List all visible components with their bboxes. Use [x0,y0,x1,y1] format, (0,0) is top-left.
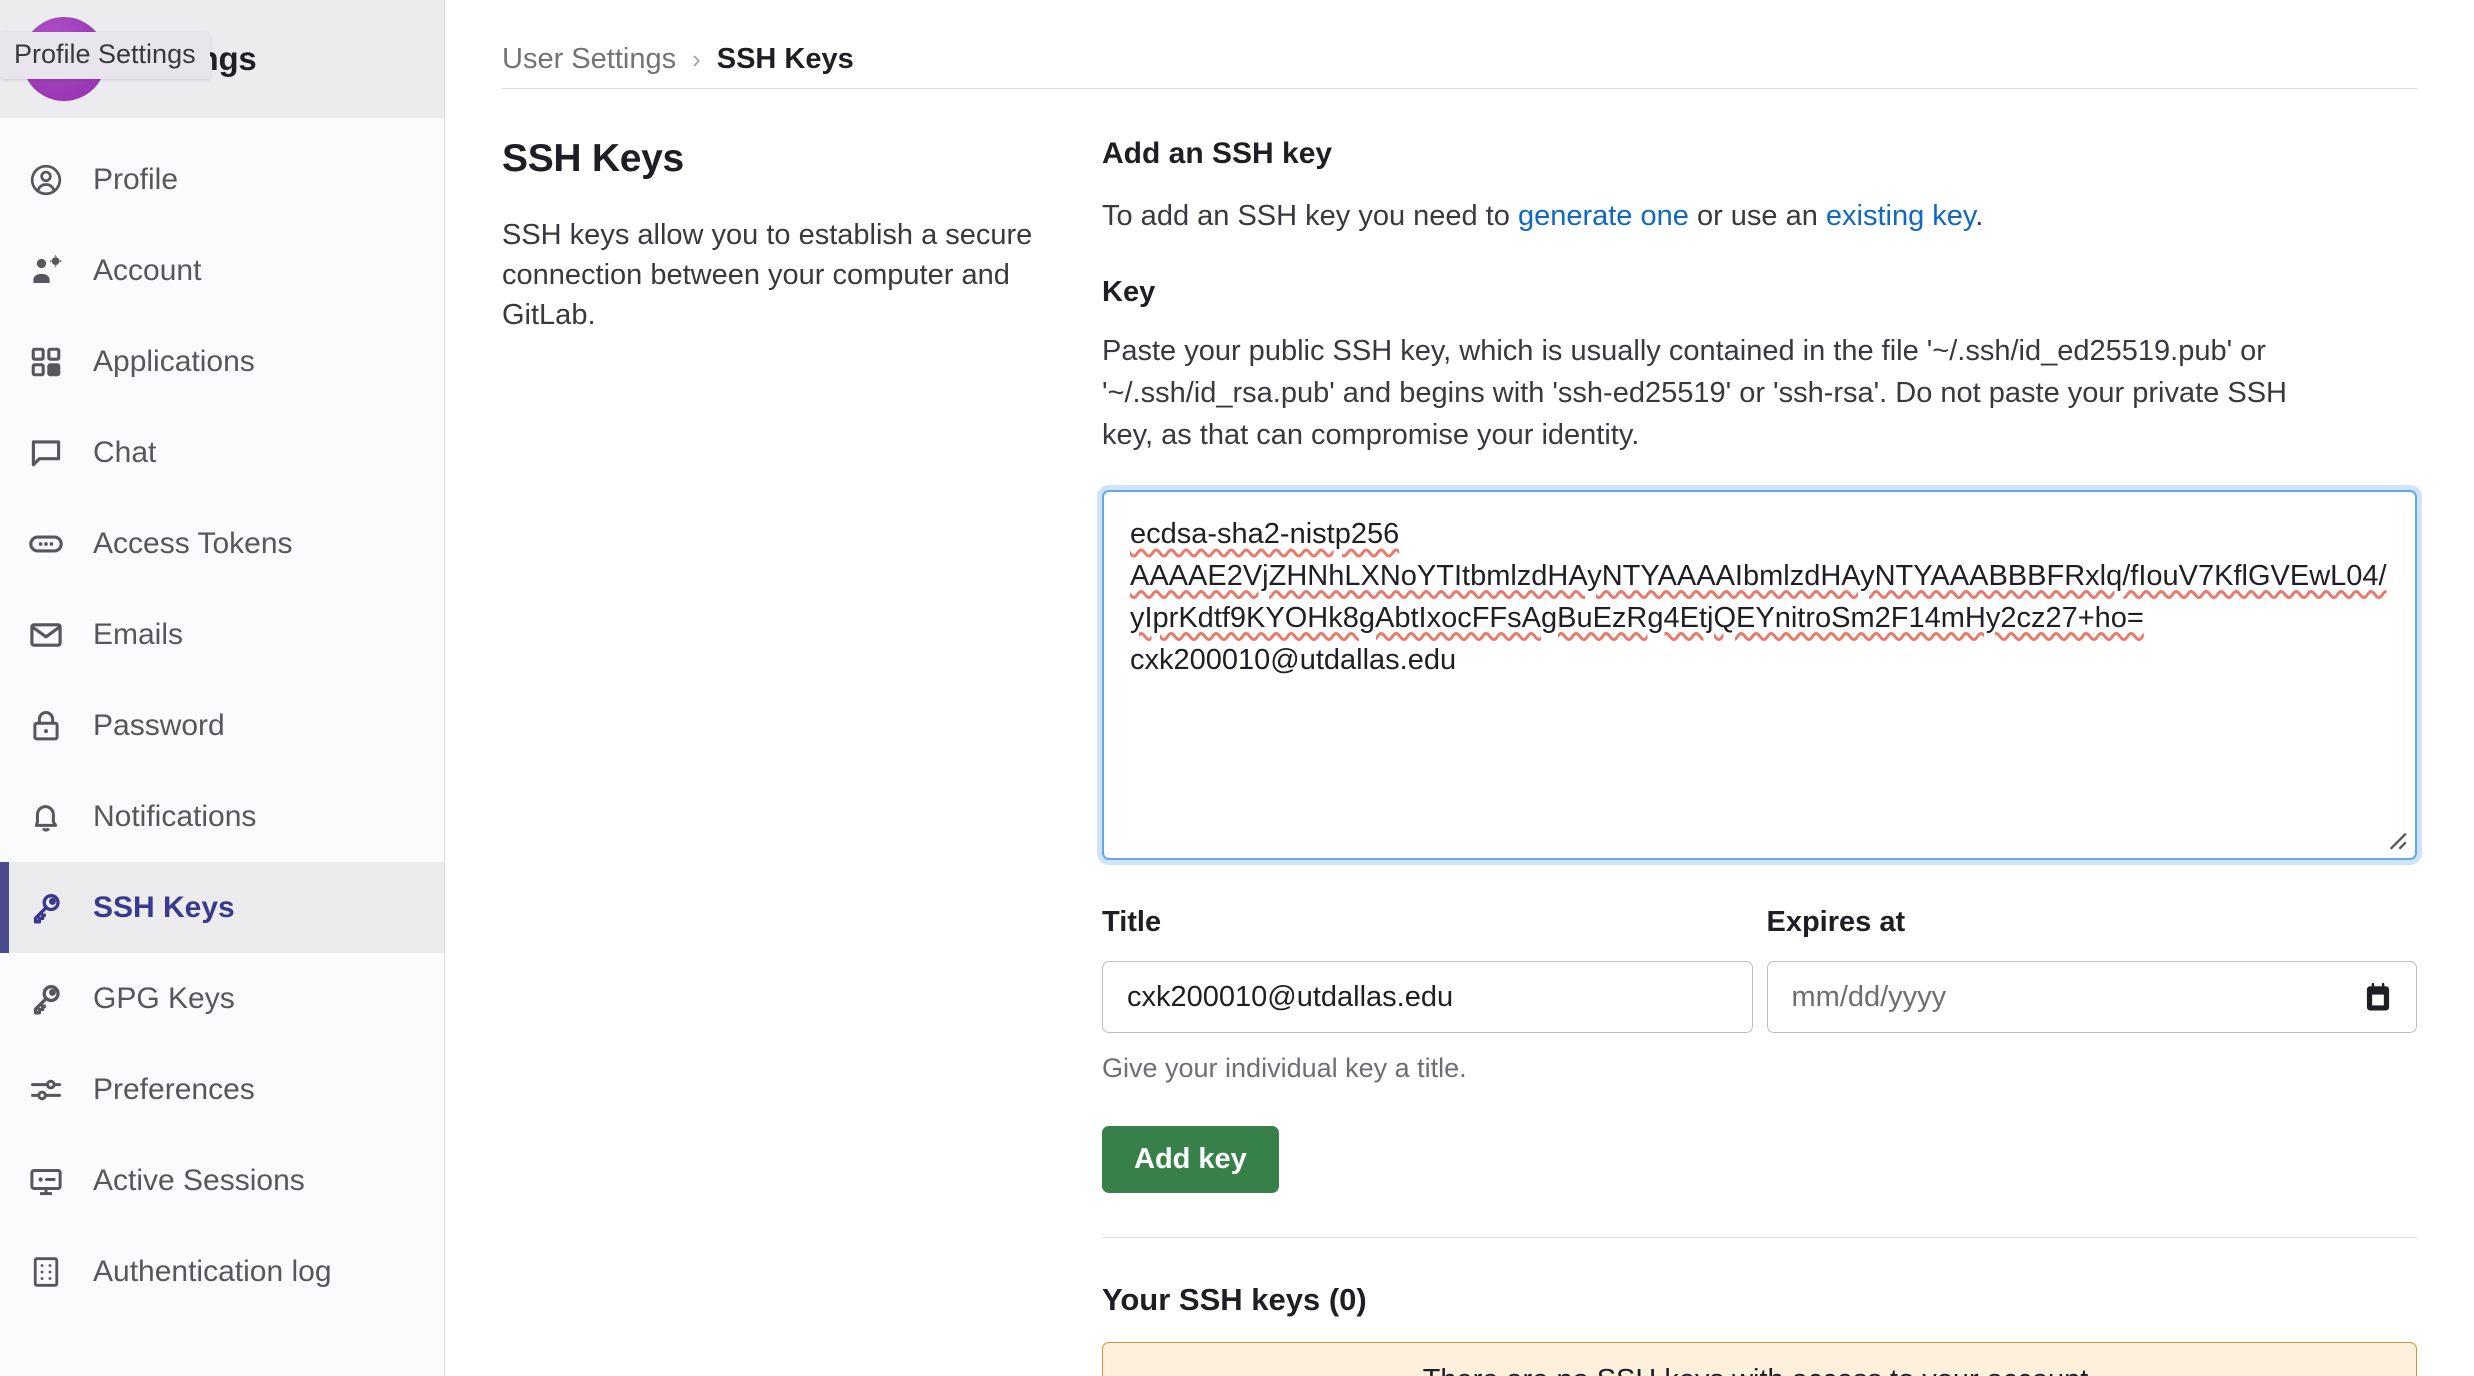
key-field-label: Key [1102,276,2417,309]
grid-squares-icon [27,343,65,381]
intro-text-before: To add an SSH key you need to [1102,200,1518,232]
sidebar-item-label: Active Sessions [93,1164,305,1198]
sliders-icon [27,1071,65,1109]
title-field-group: Title cxk200010@utdallas.edu Give your i… [1102,906,1753,1084]
sidebar-item-label: Applications [93,345,255,379]
expires-placeholder-text: mm/dd/yyyy [1792,981,1947,1014]
ssh-key-value-line3: cxk200010@utdallas.edu [1130,644,1456,676]
expires-field-group: Expires at mm/dd/yyyy [1767,906,2418,1084]
breadcrumb-current: SSH Keys [717,43,854,76]
title-hint: Give your individual key a title. [1102,1053,1753,1084]
envelope-icon [27,616,65,654]
ssh-keys-settings-page: Settings Profile Settings Profile [0,0,2474,1376]
no-ssh-keys-alert: There are no SSH keys with access to you… [1102,1342,2417,1376]
log-grid-icon [27,1253,65,1291]
sidebar-item-label: Access Tokens [93,527,293,561]
breadcrumb: User Settings › SSH Keys [445,0,2474,88]
sidebar-item-label: Password [93,709,225,743]
sidebar-item-gpg-keys[interactable]: GPG Keys [0,953,444,1044]
sidebar-item-label: Account [93,254,201,288]
lock-icon [27,707,65,745]
token-dots-icon [27,525,65,563]
ssh-key-value-line1: ecdsa-sha2-nistp256 [1130,518,1399,550]
sidebar-item-applications[interactable]: Applications [0,316,444,407]
chat-bubble-icon [27,434,65,472]
sidebar-item-chat[interactable]: Chat [0,407,444,498]
existing-key-link[interactable]: existing key [1826,200,1975,232]
sidebar-item-label: GPG Keys [93,982,235,1016]
sidebar-item-label: Notifications [93,800,256,834]
add-key-button[interactable]: Add key [1102,1126,1279,1193]
profile-settings-tooltip: Profile Settings [0,32,210,79]
sidebar-item-label: Profile [93,163,178,197]
add-ssh-key-intro: To add an SSH key you need to generate o… [1102,197,2417,236]
sidebar-item-preferences[interactable]: Preferences [0,1044,444,1135]
sidebar-nav: Profile Account [0,118,444,1317]
calendar-icon[interactable] [2364,982,2392,1012]
title-input[interactable]: cxk200010@utdallas.edu [1102,961,1753,1033]
sidebar-item-authentication-log[interactable]: Authentication log [0,1226,444,1317]
sidebar-item-access-tokens[interactable]: Access Tokens [0,498,444,589]
user-circle-icon [27,161,65,199]
settings-sidebar: Settings Profile Settings Profile [0,0,445,1376]
user-gear-icon [27,252,65,290]
ssh-key-form-column: Add an SSH key To add an SSH key you nee… [1102,137,2417,1376]
generate-one-link[interactable]: generate one [1518,200,1689,232]
main-content: User Settings › SSH Keys SSH Keys SSH ke… [445,0,2474,1376]
sidebar-item-label: Authentication log [93,1255,332,1289]
title-label: Title [1102,906,1753,939]
bell-icon [27,798,65,836]
add-ssh-key-heading: Add an SSH key [1102,137,2417,171]
sidebar-item-account[interactable]: Account [0,225,444,316]
ssh-key-textarea[interactable]: ecdsa-sha2-nistp256 AAAAE2VjZHNhLXNoYTIt… [1102,490,2417,860]
sidebar-item-password[interactable]: Password [0,680,444,771]
section-divider [1102,1237,2417,1238]
sidebar-item-active-sessions[interactable]: Active Sessions [0,1135,444,1226]
sidebar-item-label: SSH Keys [93,891,235,925]
intro-text-middle: or use an [1689,200,1826,232]
ssh-key-value-line2: AAAAE2VjZHNhLXNoYTItbmlzdHAyNTYAAAAIbmlz… [1130,560,2387,634]
title-expires-row: Title cxk200010@utdallas.edu Give your i… [1102,906,2417,1084]
sidebar-item-label: Chat [93,436,156,470]
key-icon [27,980,65,1018]
section-description-column: SSH Keys SSH keys allow you to establish… [502,137,1102,1376]
chevron-right-icon: › [692,44,701,75]
monitor-icon [27,1162,65,1200]
key-field-help: Paste your public SSH key, which is usua… [1102,331,2332,456]
sidebar-item-emails[interactable]: Emails [0,589,444,680]
sidebar-item-label: Preferences [93,1073,255,1107]
key-icon [27,889,65,927]
page-title: SSH Keys [502,137,1042,181]
intro-text-after: . [1975,200,1983,232]
textarea-resize-handle[interactable] [2382,825,2408,851]
settings-content: SSH Keys SSH keys allow you to establish… [445,89,2474,1376]
your-ssh-keys-heading: Your SSH keys (0) [1102,1282,2417,1318]
sidebar-header: Settings Profile Settings [0,0,444,118]
sidebar-item-ssh-keys[interactable]: SSH Keys [0,862,444,953]
sidebar-item-notifications[interactable]: Notifications [0,771,444,862]
breadcrumb-parent[interactable]: User Settings [502,43,676,76]
expires-date-input[interactable]: mm/dd/yyyy [1767,961,2418,1033]
sidebar-item-label: Emails [93,618,183,652]
expires-label: Expires at [1767,906,2418,939]
page-description: SSH keys allow you to establish a secure… [502,215,1042,335]
sidebar-item-profile[interactable]: Profile [0,134,444,225]
